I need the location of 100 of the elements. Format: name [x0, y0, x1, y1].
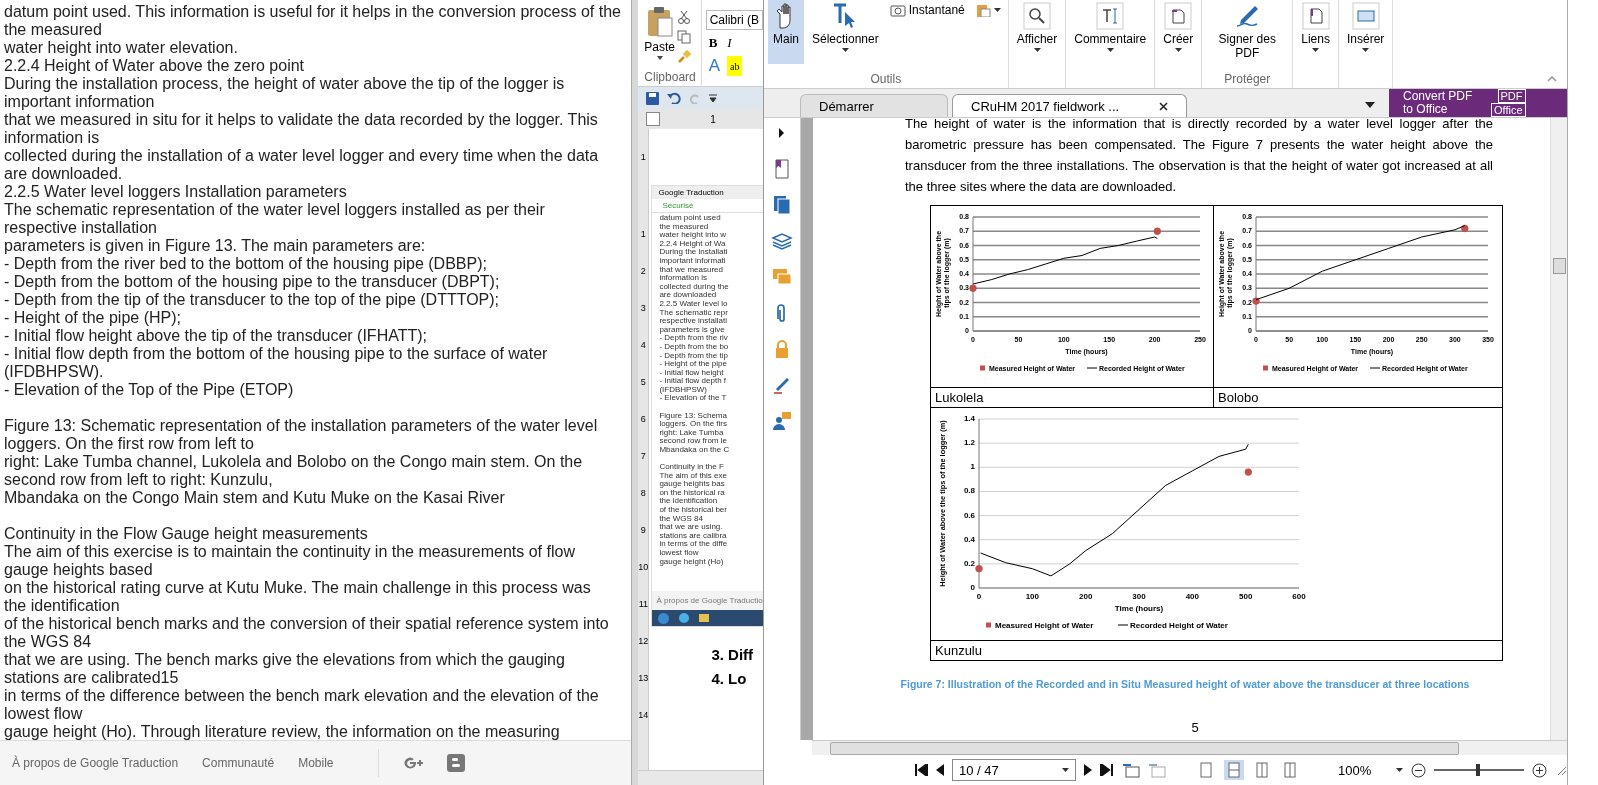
document-tab[interactable]: Démarrer: [800, 94, 948, 117]
copy-icon[interactable]: [677, 30, 692, 44]
text-line: - Elevation of the T: [659, 394, 728, 404]
first-page-icon[interactable]: [914, 764, 928, 776]
chevron-up-icon[interactable]: [1547, 76, 1557, 82]
text-line: are downloaded: [659, 291, 718, 300]
legend-item: Recorded Height of Water: [1117, 620, 1228, 630]
ribbon-button[interactable]: Créer: [1159, 0, 1198, 64]
highlight-button[interactable]: ab: [727, 56, 743, 76]
page-view-button[interactable]: [1224, 760, 1244, 780]
vertical-ruler: 1 1 2 3 4 5 6 7 8 9 10 11 12 13 14: [638, 129, 650, 770]
group-label: Protéger: [1223, 72, 1272, 88]
text-line: information is: [4, 129, 100, 147]
google-plus-icon[interactable]: [402, 756, 425, 770]
clipboard-icon: [974, 3, 991, 17]
text-line: - Depth from the tip of the transducer to the top of the pipe (DTTTOP);: [4, 291, 500, 309]
ribbon-button[interactable]: Sélectionner: [808, 0, 883, 64]
browser-icon: [679, 613, 690, 623]
text-line: stations are calibra: [659, 531, 728, 541]
tab-stop-icon[interactable]: [646, 112, 661, 126]
pages-icon[interactable]: [771, 194, 793, 216]
text-line: important information: [4, 93, 155, 111]
paste-button[interactable]: Paste: [638, 0, 678, 66]
footer-link[interactable]: Communauté: [202, 756, 275, 770]
scrollbar[interactable]: [801, 118, 813, 740]
close-icon[interactable]: [1159, 101, 1169, 111]
text-line: right: Lake Tumba: [659, 428, 725, 437]
text-line: right: Lake Tumba channel, Lukolela and Bolobo on the Congo main stem. On the: [4, 453, 583, 471]
page-field[interactable]: 10 / 47: [952, 759, 1076, 781]
undo-icon[interactable]: [667, 92, 682, 104]
caret-icon: [1033, 48, 1041, 52]
convert-banner[interactable]: Convert PDF to Office PDF Office: [1389, 89, 1567, 117]
text-line: information is: [659, 274, 708, 283]
text-line: that we are using. The bench marks give the elevations from which the gauging: [4, 651, 565, 669]
tick-label: 0.8: [963, 486, 975, 496]
scrollbar[interactable]: [1550, 118, 1567, 740]
slider-thumb[interactable]: [1476, 764, 1481, 776]
text-line: gauge heights based: [4, 561, 153, 579]
text-line: Mbandaka on the C: [659, 445, 731, 455]
toolbar-button[interactable]: Instantané: [886, 0, 968, 20]
text-line: second row from left to right: Kunzulu,: [4, 471, 273, 489]
address-bar: Sécurisé: [652, 199, 763, 213]
paintbrush-icon[interactable]: [677, 50, 692, 64]
text-line: respective installati: [659, 317, 727, 326]
caret-icon[interactable]: [1396, 768, 1403, 772]
next-page-icon[interactable]: [1084, 764, 1092, 776]
scrollbar[interactable]: [638, 770, 763, 785]
text-line: water height into w: [659, 231, 728, 240]
footer-link[interactable]: À propos de Google Traduction: [12, 756, 179, 770]
font-color-button[interactable]: A: [705, 56, 723, 76]
paragraph: The height of water is the information that is directly recorded by a water level logger after the barometric pressure has been compensated. The Figure 7 presents the water height above the transducer from the three installations. The observation is that the height of water got increased at all the three sites where the data are downloaded.: [905, 118, 1493, 196]
ribbon-button[interactable]: Signer des PDF: [1206, 0, 1289, 64]
bold-button[interactable]: B: [705, 35, 721, 51]
zoom-in-icon[interactable]: [1532, 762, 1547, 778]
text-line: collected during the installation of a water level logger and every time when the data: [4, 147, 599, 165]
document-tab[interactable]: CRuHM 2017 fieldwork ...: [952, 94, 1188, 117]
blogger-icon[interactable]: [446, 754, 465, 772]
text-line: the measured: [659, 222, 710, 232]
italic-button[interactable]: I: [724, 35, 735, 51]
caret-icon: [656, 56, 663, 60]
ribbon-button[interactable]: Commentaire: [1070, 0, 1151, 64]
resize-grip-icon[interactable]: [1555, 764, 1567, 776]
font-field[interactable]: Calibri (B: [705, 10, 763, 30]
page-number: 5: [1190, 720, 1200, 735]
scrollbar[interactable]: [812, 740, 1567, 755]
text-line: loggers. On the firs: [659, 420, 728, 429]
save-icon[interactable]: [646, 91, 660, 105]
text-line: collected during the: [659, 282, 730, 291]
ribbon-button[interactable]: Liens: [1297, 0, 1334, 64]
previous-page-icon[interactable]: [936, 764, 944, 776]
tick-label: 1.2: [963, 438, 975, 448]
text-line: that we measured in situ for it helps to validate the data recorded by the logger. This: [4, 111, 598, 129]
tick-label: 600: [1292, 592, 1306, 601]
text-line: important informati: [659, 256, 727, 265]
start-icon: [658, 612, 670, 624]
zoom-out-icon[interactable]: [1411, 762, 1426, 778]
location-label: Bolobo: [1214, 387, 1502, 407]
tick-label: 1: [970, 462, 975, 472]
footer-link[interactable]: Mobile: [298, 756, 334, 770]
text-line: 2.2.5 Water level loggers Installation parameters: [4, 183, 347, 201]
text-line: 2.2.4 Height of Wa: [659, 239, 727, 248]
text-line: the identification: [4, 597, 120, 615]
ribbon-button[interactable]: Afficher: [1012, 0, 1062, 64]
last-page-icon[interactable]: [1100, 764, 1114, 776]
ribbon-button[interactable]: Insérer: [1342, 0, 1389, 64]
ruler: 1: [638, 109, 763, 129]
ribbon-button[interactable]: Main: [768, 0, 804, 64]
text-line: Continuity in the F: [659, 463, 725, 472]
text-line: water height into water elevation.: [4, 39, 238, 57]
user-icon[interactable]: [771, 410, 793, 432]
text-line: datum point used: [659, 214, 722, 222]
tick-label: 400: [1185, 592, 1199, 601]
caret-icon[interactable]: [1365, 102, 1375, 108]
zoom-field[interactable]: 100%: [1338, 762, 1388, 778]
layers-icon[interactable]: [771, 230, 793, 252]
scissors-icon[interactable]: [677, 10, 692, 24]
customize-icon[interactable]: [709, 94, 718, 102]
caret-icon: [1062, 768, 1069, 772]
text-line: respective installation: [4, 219, 157, 237]
text-line: 2.2.5 Water level lo: [659, 299, 729, 309]
